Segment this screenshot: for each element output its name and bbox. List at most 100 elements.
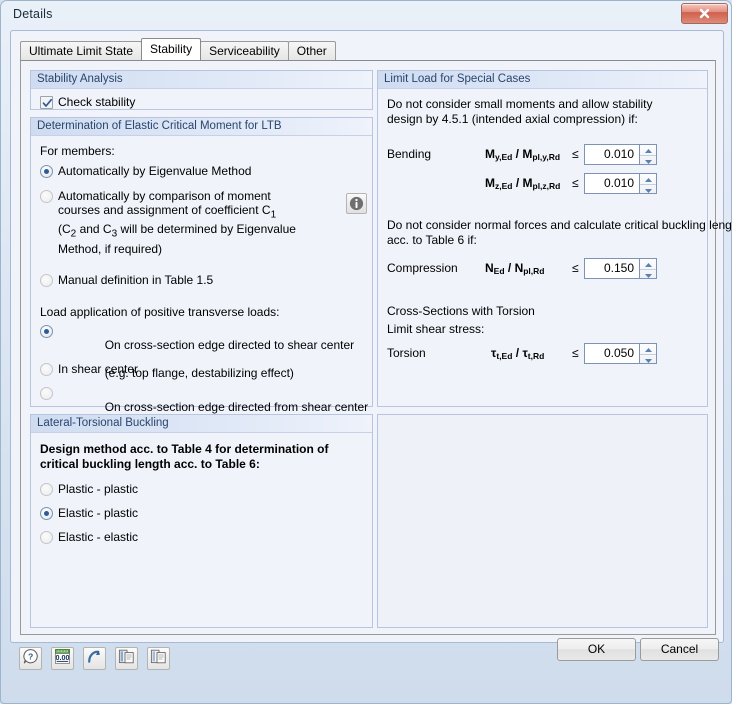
spinner-buttons[interactable] (640, 144, 657, 165)
radio-label: On cross-section edge directed to shear … (58, 324, 354, 394)
details-dialog: Details Ultimate Limit State Stability S… (0, 0, 732, 704)
spinner-down[interactable] (640, 354, 656, 364)
spinner-up[interactable] (640, 344, 656, 354)
radio-label: Elastic - elastic (58, 530, 139, 544)
compression-formula: NEd / Npl,Rd (485, 261, 545, 276)
torsion-value-spinner[interactable]: 0.050 (584, 343, 657, 364)
numerator: M (485, 147, 495, 161)
numerator-sub: Ed (493, 266, 505, 276)
denominator: τ (522, 346, 528, 360)
torsion-sub-heading: Limit shear stress: (387, 322, 485, 336)
tab-label: Ultimate Limit State (29, 44, 134, 58)
info-button[interactable] (346, 193, 367, 214)
radio-dot (40, 274, 53, 287)
bending-label: Bending (387, 147, 432, 161)
spinner-down[interactable] (640, 184, 656, 194)
group-lateral-torsional-buckling: Lateral-Torsional Buckling Design method… (30, 414, 373, 628)
denominator-sub: t,Rd (527, 351, 545, 361)
tab-stability[interactable]: Stability (141, 38, 202, 60)
tab-serviceability[interactable]: Serviceability (200, 41, 289, 60)
spinner-up[interactable] (640, 145, 656, 155)
radio-label: Automatically by Eigenvalue Method (58, 164, 252, 178)
header-notch (362, 118, 372, 135)
ltb-description-line2: critical buckling length acc. to Table 6… (40, 457, 260, 471)
spinner-down[interactable] (640, 155, 656, 165)
checkbox-label: Check stability (58, 95, 136, 109)
bending-operator-1: ≤ (572, 147, 579, 161)
group-title: Stability Analysis (37, 73, 123, 85)
window-title: Details (13, 7, 53, 21)
restore-defaults-button[interactable] (83, 647, 106, 670)
spinner-down[interactable] (640, 269, 656, 279)
spinner-buttons[interactable] (640, 173, 657, 194)
tab-label: Stability (150, 42, 193, 56)
tab-label: Serviceability (209, 44, 280, 58)
group-header: Limit Load for Special Cases (378, 71, 707, 89)
numerator: M (485, 176, 495, 190)
radio-dot (40, 363, 53, 376)
torsion-value-input[interactable]: 0.050 (584, 343, 640, 364)
compression-value-input[interactable]: 0.150 (584, 258, 640, 279)
help-icon: ? (23, 649, 38, 664)
bending-value-2-spinner[interactable]: 0.010 (584, 173, 657, 194)
denominator-sub: pl,Rd (523, 266, 545, 276)
denominator-sub: pl,z,Rd (532, 181, 561, 191)
compression-label: Compression (387, 261, 458, 275)
numerator-sub: y,Ed (495, 152, 513, 162)
group-header: Stability Analysis (31, 71, 372, 89)
radio-label-line1: On cross-section edge directed from shea… (104, 400, 369, 414)
chevron-up-icon (645, 263, 652, 267)
numerator-sub: z,Ed (495, 181, 513, 191)
copy-clipboard-icon (118, 649, 134, 664)
bending-value-1-spinner[interactable]: 0.010 (584, 144, 657, 165)
tab-ultimate-limit-state[interactable]: Ultimate Limit State (20, 41, 143, 60)
bending-value-2-input[interactable]: 0.010 (584, 173, 640, 194)
radio-label: Manual definition in Table 1.5 (58, 273, 214, 287)
compression-value-spinner[interactable]: 0.150 (584, 258, 657, 279)
moments-text-line1: Do not consider small moments and allow … (387, 97, 653, 111)
dialog-client-area: Ultimate Limit State Stability Serviceab… (10, 30, 732, 643)
chevron-down-icon (645, 189, 652, 193)
tab-page-stability: Stability Analysis Check stability Deter… (20, 60, 732, 635)
title-bar: Details (1, 1, 732, 30)
bending-formula-1: My,Ed / Mpl,y,Rd (485, 147, 561, 162)
radio-dot (40, 483, 53, 496)
spinner-buttons[interactable] (640, 343, 657, 364)
radio-label-line3b: and C (76, 222, 112, 237)
radio-dot (40, 190, 53, 203)
compression-operator: ≤ (572, 261, 579, 275)
normal-forces-line2: acc. to Table 6 if: (387, 233, 477, 247)
close-icon (699, 8, 710, 19)
bending-value-1-input[interactable]: 0.010 (584, 144, 640, 165)
numerator: N (485, 261, 494, 275)
close-button[interactable] (681, 3, 728, 24)
group-title: Lateral-Torsional Buckling (37, 417, 169, 429)
ok-button[interactable]: OK (557, 638, 636, 661)
torsion-operator: ≤ (572, 346, 579, 360)
chevron-down-icon (645, 160, 652, 164)
radio-label-line4: Method, if required) (58, 241, 163, 256)
torsion-heading: Cross-Sections with Torsion (387, 304, 535, 318)
chevron-up-icon (645, 348, 652, 352)
spinner-up[interactable] (640, 174, 656, 184)
spinner-up[interactable] (640, 259, 656, 269)
units-button[interactable]: 0.00 (51, 647, 74, 670)
radio-dot (40, 507, 53, 520)
svg-text:?: ? (28, 651, 33, 661)
paste-button[interactable] (147, 647, 170, 670)
numerator-sub: t,Ed (496, 351, 513, 361)
group-title: Determination of Elastic Critical Moment… (37, 120, 282, 132)
radio-dot (40, 165, 53, 178)
copy-button[interactable] (115, 647, 138, 670)
group-header: Determination of Elastic Critical Moment… (31, 118, 372, 136)
radio-dot (40, 531, 53, 544)
help-button[interactable]: ? (19, 647, 42, 670)
denominator: M (522, 147, 533, 161)
tab-other[interactable]: Other (287, 41, 336, 60)
cancel-button[interactable]: Cancel (640, 638, 719, 661)
radio-label: Plastic - plastic (58, 482, 139, 496)
moments-text-line2: design by 4.5.1 (intended axial compress… (387, 112, 638, 126)
group-stability-analysis: Stability Analysis Check stability (30, 70, 373, 110)
spinner-buttons[interactable] (640, 258, 657, 279)
c1-subscript: 1 (270, 209, 277, 221)
